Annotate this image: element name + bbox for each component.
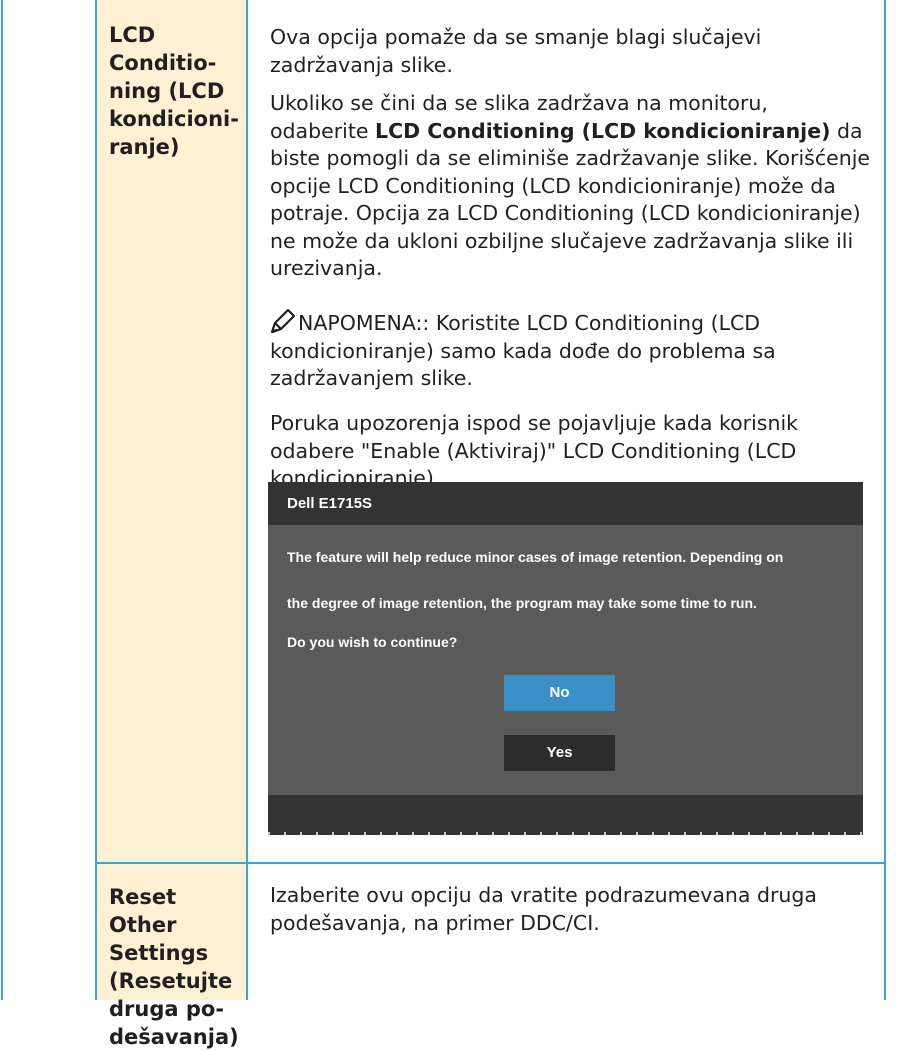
lcd-description-text-1: Ova opcija pomaže da se smanje blagi slu… [270,25,762,77]
dialog-message-line-3: Do you wish to continue? [287,634,458,650]
note-block: NAPOMENA:: Koristite LCD Conditioning (L… [270,308,850,393]
lcd-conditioning-bold: LCD Conditioning (LCD kondicioniranje) [375,118,831,143]
yes-button[interactable]: Yes [504,735,615,771]
row-divider [95,862,886,864]
no-button[interactable]: No [504,675,615,711]
note-label: NAPOMENA: [298,311,423,335]
warning-intro-text: Poruka upozorenja ispod se pojavljuje ka… [270,411,799,490]
dialog-message-line-2: the degree of image retention, the progr… [287,595,757,611]
dialog-title: Dell E1715S [287,495,373,512]
setting-name-reset-other: Reset Other Settings (Resetujte druga po-de… [109,883,244,1051]
settings-table: LCD Conditio-ning (LCD kondicioni-ranje) … [0,0,902,1049]
pencil-note-icon [270,308,296,334]
table-border-right [884,0,886,1000]
reset-other-description: Izaberite ovu opciju da vratite podrazum… [270,882,870,937]
dialog-header: Dell E1715S [268,482,863,525]
setting-name-lcd-conditioning: LCD Conditio-ning (LCD kondicioni-ranje) [109,21,244,161]
table-border-left [1,0,3,1000]
lcd-description-1: Ova opcija pomaže da se smanje blagi slu… [270,24,870,79]
dialog-footer [268,795,863,835]
warning-intro: Poruka upozorenja ispod se pojavljuje ka… [270,410,870,493]
lcd-description-2: Ukoliko se čini da se slika zadržava na … [270,90,870,283]
dialog-footer-dots [268,832,863,835]
table-border-col2 [246,0,248,1000]
setting-name-line: Reset Other Settings (Resetujte druga po-de… [109,885,239,1049]
table-border-col1 [95,0,97,1000]
warning-dialog: Dell E1715S The feature will help reduce… [268,482,863,835]
reset-other-description-text: Izaberite ovu opciju da vratite podrazum… [270,883,817,935]
setting-name-line: LCD Conditio-ning (LCD kondicioni-ranje) [109,23,239,159]
dialog-message-line-1: The feature will help reduce minor cases… [287,549,784,565]
